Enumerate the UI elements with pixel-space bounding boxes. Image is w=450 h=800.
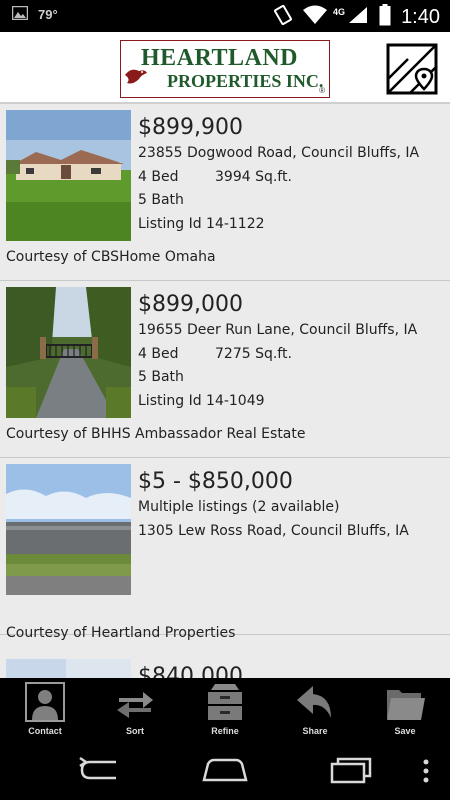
save-label: Save bbox=[394, 726, 416, 736]
listing-beds: 4 Bed bbox=[138, 345, 179, 362]
listing-price: $840,000 bbox=[138, 664, 243, 678]
folder-icon bbox=[387, 690, 425, 720]
logo-subtitle: PROPERTIES INC. bbox=[167, 71, 324, 91]
listing-info: $5 - $850,000 Multiple listings (2 avail… bbox=[138, 468, 444, 543]
contact-label: Contact bbox=[28, 726, 62, 736]
listing-info: $899,000 19655 Deer Run Lane, Council Bl… bbox=[138, 291, 444, 413]
listing-courtesy: Courtesy of BHHS Ambassador Real Estate bbox=[6, 426, 306, 442]
refine-label: Refine bbox=[211, 726, 239, 736]
status-right: 4G 1:40 bbox=[273, 4, 440, 31]
beds-sqft-row: 4 Bed 3994 Sq.ft. bbox=[138, 166, 444, 190]
logo-title: HEARTLAND bbox=[141, 45, 299, 71]
map-pin-icon bbox=[386, 43, 438, 95]
system-nav-bar bbox=[0, 740, 450, 800]
brand-logo: HEARTLAND PROPERTIES INC. ® bbox=[120, 40, 330, 98]
save-button[interactable]: Save bbox=[360, 678, 450, 740]
listing-photo[interactable] bbox=[6, 464, 131, 595]
registered-mark: ® bbox=[319, 86, 325, 95]
listing-card[interactable]: $5 - $850,000 Multiple listings (2 avail… bbox=[0, 458, 450, 641]
clock-text: 1:40 bbox=[401, 6, 440, 28]
share-arrow-icon bbox=[297, 686, 331, 718]
listing-sqft: 3994 Sq.ft. bbox=[215, 168, 292, 185]
vibrate-icon bbox=[273, 4, 293, 31]
listing-results[interactable]: $899,900 23855 Dogwood Road, Council Blu… bbox=[0, 104, 450, 678]
temperature-text: 79° bbox=[38, 7, 58, 22]
sort-button[interactable]: Sort bbox=[90, 678, 180, 740]
listing-courtesy: Courtesy of Heartland Properties bbox=[6, 625, 236, 641]
listing-address: 1305 Lew Ross Road, Council Bluffs, IA bbox=[138, 522, 409, 539]
listing-baths: 5 Bath bbox=[138, 369, 184, 385]
listing-photo[interactable] bbox=[6, 659, 131, 678]
listing-info: $899,900 23855 Dogwood Road, Council Blu… bbox=[138, 114, 444, 236]
home-icon bbox=[202, 758, 248, 782]
listing-price: $899,900 bbox=[138, 115, 243, 140]
image-notification-icon bbox=[11, 5, 29, 23]
overflow-menu-button[interactable] bbox=[420, 758, 432, 784]
home-button[interactable] bbox=[200, 758, 250, 784]
listing-sqft: 7275 Sq.ft. bbox=[215, 345, 292, 362]
listing-card[interactable]: $899,900 23855 Dogwood Road, Council Blu… bbox=[0, 104, 450, 281]
listing-courtesy: Courtesy of CBSHome Omaha bbox=[6, 249, 216, 265]
app-screen: 79° 4G 1:40 HEARTLAND PROPERTIES INC. ® … bbox=[0, 0, 450, 800]
listing-photo[interactable] bbox=[6, 110, 131, 241]
listing-info: $840,000 bbox=[138, 663, 444, 678]
battery-icon bbox=[379, 4, 391, 31]
listing-address: 19655 Deer Run Lane, Council Bluffs, IA bbox=[138, 322, 418, 338]
listing-baths: 5 Bath bbox=[138, 192, 184, 208]
network-type-text: 4G bbox=[333, 6, 346, 17]
contact-button[interactable]: Contact bbox=[0, 678, 90, 740]
share-button[interactable]: Share bbox=[270, 678, 360, 740]
sort-arrows-icon bbox=[117, 692, 153, 718]
back-button[interactable] bbox=[76, 756, 124, 784]
wifi-icon bbox=[303, 5, 328, 30]
bottom-action-bar: Contact Sort Refine Share Save bbox=[0, 678, 450, 740]
share-label: Share bbox=[302, 726, 328, 736]
filing-cabinet-icon bbox=[208, 684, 242, 720]
status-left: 79° bbox=[11, 5, 58, 23]
refine-button[interactable]: Refine bbox=[180, 678, 270, 740]
beds-sqft-row: 4 Bed 7275 Sq.ft. bbox=[138, 343, 444, 367]
listing-beds: 4 Bed bbox=[138, 168, 179, 185]
status-bar: 79° 4G 1:40 bbox=[0, 0, 450, 32]
listing-card[interactable]: $840,000 bbox=[0, 653, 450, 678]
listing-price: $899,000 bbox=[138, 292, 243, 317]
back-arrow-icon bbox=[79, 756, 116, 780]
listing-price: $5 - $850,000 bbox=[138, 469, 293, 494]
recent-apps-button[interactable] bbox=[328, 756, 374, 784]
contact-icon bbox=[25, 682, 65, 722]
more-vert-icon bbox=[423, 759, 429, 783]
listing-id: Listing Id 14-1122 bbox=[138, 215, 265, 232]
app-header: HEARTLAND PROPERTIES INC. ® bbox=[0, 32, 450, 104]
sort-label: Sort bbox=[126, 726, 144, 736]
listing-multiple: Multiple listings (2 available) bbox=[138, 499, 340, 515]
map-view-button[interactable] bbox=[386, 43, 438, 95]
recent-apps-icon bbox=[330, 757, 372, 784]
listing-id: Listing Id 14-1049 bbox=[138, 392, 265, 409]
listing-card[interactable]: $899,000 19655 Deer Run Lane, Council Bl… bbox=[0, 281, 450, 458]
signal-icon bbox=[347, 5, 369, 30]
listing-address: 23855 Dogwood Road, Council Bluffs, IA bbox=[138, 145, 420, 161]
listing-photo[interactable] bbox=[6, 287, 131, 418]
